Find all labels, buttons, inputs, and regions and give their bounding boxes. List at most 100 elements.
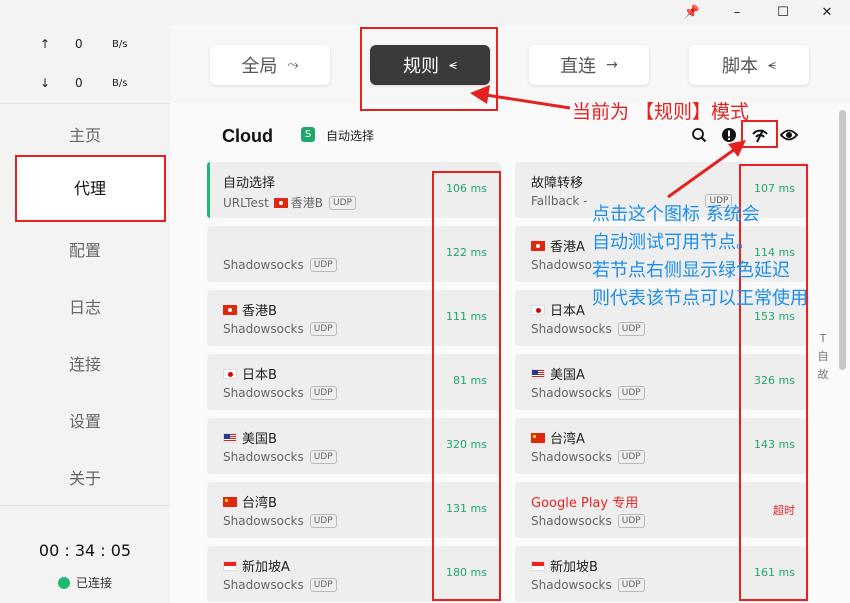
group-index[interactable]: T 自 故 — [816, 330, 830, 384]
sidebar-divider — [0, 505, 170, 506]
udp-badge: UDP — [329, 195, 356, 210]
group-type-badge: S — [301, 127, 315, 142]
proxy-name: 香港B — [223, 300, 277, 319]
annotation-line: 点击这个图标 系统会 — [592, 204, 760, 225]
proxy-name: 新加坡B — [531, 556, 598, 575]
udp-badge: UDP — [617, 386, 645, 400]
download-arrow-icon: ↓ — [40, 76, 51, 90]
proxy-name: 香港A — [531, 236, 585, 255]
nav-item-settings[interactable]: 设置 — [0, 391, 170, 448]
connection-status: 已连接 — [0, 574, 170, 591]
hong-kong-flag-icon — [531, 240, 545, 251]
proxy-type: Shadowsocks UDP — [223, 322, 337, 336]
proxy-type: URLTest 香港B UDP — [223, 194, 356, 211]
singapore-flag-icon — [223, 560, 237, 571]
proxy-name: 日本A — [531, 300, 585, 319]
upload-value: 0 — [75, 37, 83, 51]
mode-label: 全局 — [241, 56, 278, 77]
udp-badge: UDP — [617, 450, 645, 464]
nav-item-connections[interactable]: 连接 — [0, 334, 170, 391]
global-mode-icon: ⤳ — [287, 57, 299, 73]
japan-flag-icon — [531, 304, 545, 315]
proxy-name: 新加坡A — [223, 556, 290, 575]
proxy-type: Shadowsocks UDP — [223, 578, 337, 592]
upload-arrow-icon: ↑ — [40, 37, 51, 51]
proxy-type: Shadowsocks UDP — [223, 514, 337, 528]
flag-icon — [223, 496, 237, 507]
proxy-name: 自动选择 — [223, 176, 276, 191]
mode-direct-button[interactable]: 直连 → — [529, 45, 649, 85]
alert-icon[interactable] — [719, 125, 739, 145]
download-rate: ↓ 0 B/s — [0, 76, 170, 96]
proxy-type: Shadowsocks UDP — [531, 386, 645, 400]
annotation-test-note: 点击这个图标 系统会 自动测试可用节点。 若节点右侧显示绿色延迟 则代表该节点可… — [592, 201, 850, 313]
udp-badge: UDP — [617, 514, 645, 528]
annotation-line: 若节点右侧显示绿色延迟 — [592, 260, 790, 281]
traffic-panel: ↑ 0 B/s ↓ 0 B/s — [0, 25, 170, 103]
usa-flag-icon — [223, 432, 237, 443]
udp-badge: UDP — [309, 514, 337, 528]
hong-kong-flag-icon — [273, 197, 288, 208]
location-search-icon[interactable] — [689, 125, 709, 145]
mode-bar: 全局 ⤳ 规则 ⪪ 直连 → 脚本 ⪪ — [170, 25, 850, 103]
flag-icon — [531, 432, 545, 443]
sidebar: ↑ 0 B/s ↓ 0 B/s 主页 代理 配置 日志 连接 设置 关于 00 … — [0, 25, 170, 603]
udp-badge: UDP — [617, 578, 645, 592]
usa-flag-icon — [531, 368, 545, 379]
hong-kong-flag-icon — [223, 304, 237, 315]
udp-badge: UDP — [309, 258, 337, 272]
japan-flag-icon — [223, 368, 237, 379]
proxy-name: Google Play 专用 — [531, 496, 639, 511]
proxy-name: 美国A — [531, 364, 585, 383]
annotation-mode-note: 当前为 【规则】模式 — [572, 101, 750, 123]
annotation-box-rule-mode — [360, 27, 498, 111]
nav-item-about[interactable]: 关于 — [0, 448, 170, 505]
udp-badge: UDP — [617, 322, 645, 336]
proxy-type: Shadowsocks UDP — [531, 322, 645, 336]
annotation-box-speed-test — [741, 120, 778, 148]
eye-icon[interactable] — [779, 125, 799, 145]
upload-unit: B/s — [112, 39, 128, 50]
mode-label: 直连 — [560, 56, 597, 77]
proxy-type: Shadowsocks UDP — [531, 514, 645, 528]
singapore-flag-icon — [531, 560, 545, 571]
group-index-item[interactable]: T — [816, 330, 830, 348]
title-bar: 📌 – ☐ ✕ — [0, 0, 850, 25]
pin-icon[interactable]: 📌 — [669, 0, 715, 25]
proxy-name: 故障转移 — [531, 176, 584, 191]
proxy-type: Shadowsocks UDP — [223, 258, 337, 272]
udp-badge: UDP — [309, 450, 337, 464]
proxy-type: Shadowsocks UDP — [223, 386, 337, 400]
download-value: 0 — [75, 76, 83, 90]
mode-global-button[interactable]: 全局 ⤳ — [210, 45, 330, 85]
annotation-line: 则代表该节点可以正常使用 — [592, 288, 808, 309]
upload-rate: ↑ 0 B/s — [0, 37, 170, 57]
proxy-name: 台湾A — [531, 428, 585, 447]
group-index-item[interactable]: 故 — [816, 366, 830, 384]
annotation-box-proxy-nav — [15, 155, 166, 222]
udp-badge: UDP — [309, 578, 337, 592]
script-mode-icon: ⪪ — [768, 57, 776, 73]
proxy-name: 日本B — [223, 364, 277, 383]
close-button[interactable]: ✕ — [804, 0, 850, 25]
sidebar-divider — [0, 103, 170, 104]
group-selected-proxy: 自动选择 — [326, 129, 375, 143]
group-title: Cloud — [222, 126, 273, 146]
group-index-item[interactable]: 自 — [816, 348, 830, 366]
nav-item-logs[interactable]: 日志 — [0, 277, 170, 334]
proxy-name: 台湾B — [223, 492, 277, 511]
download-unit: B/s — [112, 78, 128, 89]
nav-item-home[interactable]: 主页 — [0, 105, 170, 162]
proxy-type: Shadowsocks UDP — [223, 450, 337, 464]
status-dot-icon — [57, 576, 70, 589]
nav-item-config[interactable]: 配置 — [0, 220, 170, 277]
proxy-type: Shadowsocks UDP — [531, 578, 645, 592]
uptime-timer: 00 : 34 : 05 — [38, 541, 132, 560]
mode-label: 脚本 — [722, 56, 759, 77]
connection-status-label: 已连接 — [75, 576, 112, 590]
mode-script-button[interactable]: 脚本 ⪪ — [689, 45, 809, 85]
minimize-button[interactable]: – — [714, 0, 760, 25]
maximize-button[interactable]: ☐ — [760, 0, 806, 25]
proxy-type: Shadowsocks UDP — [531, 450, 645, 464]
proxy-name: 美国B — [223, 428, 277, 447]
